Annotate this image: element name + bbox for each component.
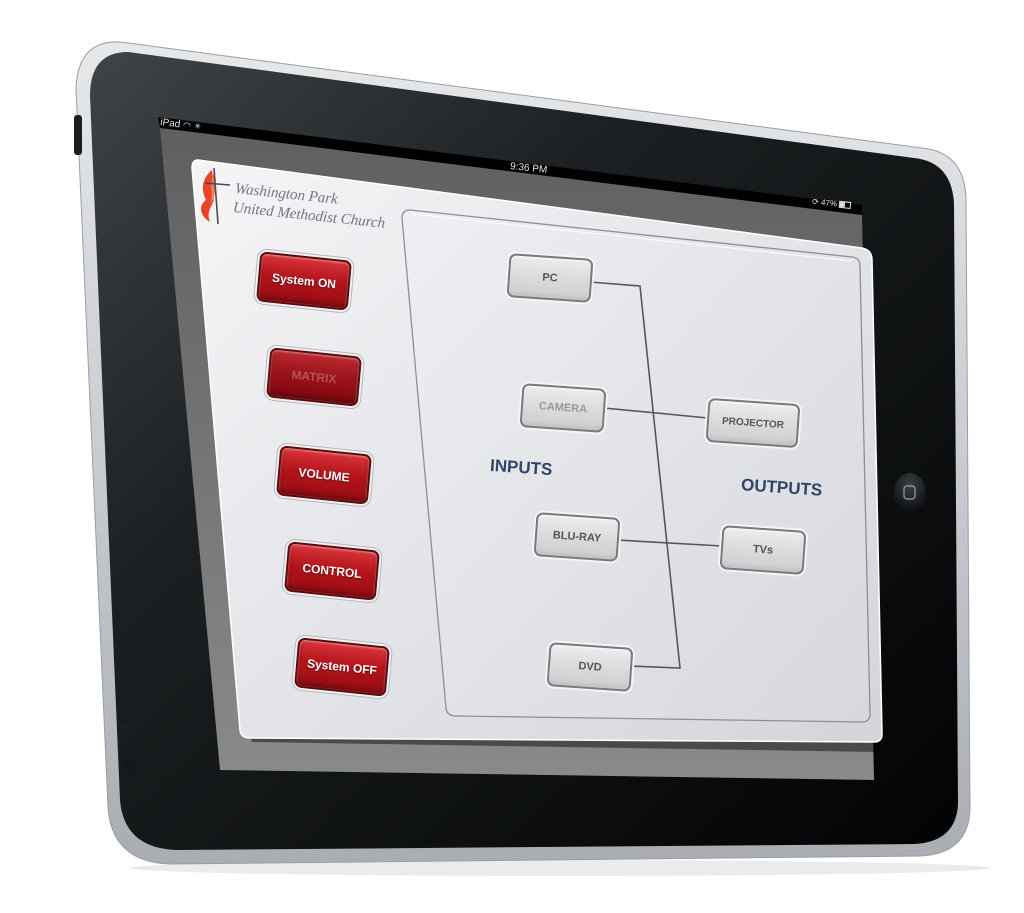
- battery-icon: [838, 200, 852, 210]
- control-button[interactable]: CONTROL: [284, 541, 380, 601]
- battery-percent: 47%: [820, 197, 838, 209]
- matrix-panel: [401, 209, 871, 723]
- microphone-hole: [121, 724, 125, 728]
- battery-level-fill: [839, 201, 846, 208]
- volume-button[interactable]: VOLUME: [276, 445, 372, 505]
- inputs-label: INPUTS: [489, 455, 553, 480]
- input-dvd-button[interactable]: DVD: [546, 642, 634, 692]
- carrier-label: iPad: [159, 117, 181, 131]
- input-camera-button[interactable]: CAMERA: [519, 383, 607, 433]
- matrix-button[interactable]: MATRIX: [266, 347, 362, 407]
- system-off-button[interactable]: System OFF: [294, 637, 390, 697]
- wifi-icon: ◠: [182, 119, 192, 131]
- rotation-lock-icon: ⟳: [811, 196, 820, 207]
- output-projector-button[interactable]: PROJECTOR: [705, 397, 801, 449]
- ipad-device: iPad ◠ ✴ 9:36 PM ⟳ 47% Washington Park U…: [0, 0, 1024, 913]
- side-switch[interactable]: [74, 115, 82, 155]
- input-bluray-button[interactable]: BLU-RAY: [533, 512, 621, 562]
- output-tvs-button[interactable]: TVs: [719, 525, 807, 575]
- home-button[interactable]: [894, 473, 926, 513]
- activity-spinner-icon: ✴: [192, 121, 203, 134]
- input-pc-button[interactable]: PC: [506, 253, 594, 303]
- system-on-button[interactable]: System ON: [256, 251, 352, 311]
- headphone-jack: [122, 760, 134, 772]
